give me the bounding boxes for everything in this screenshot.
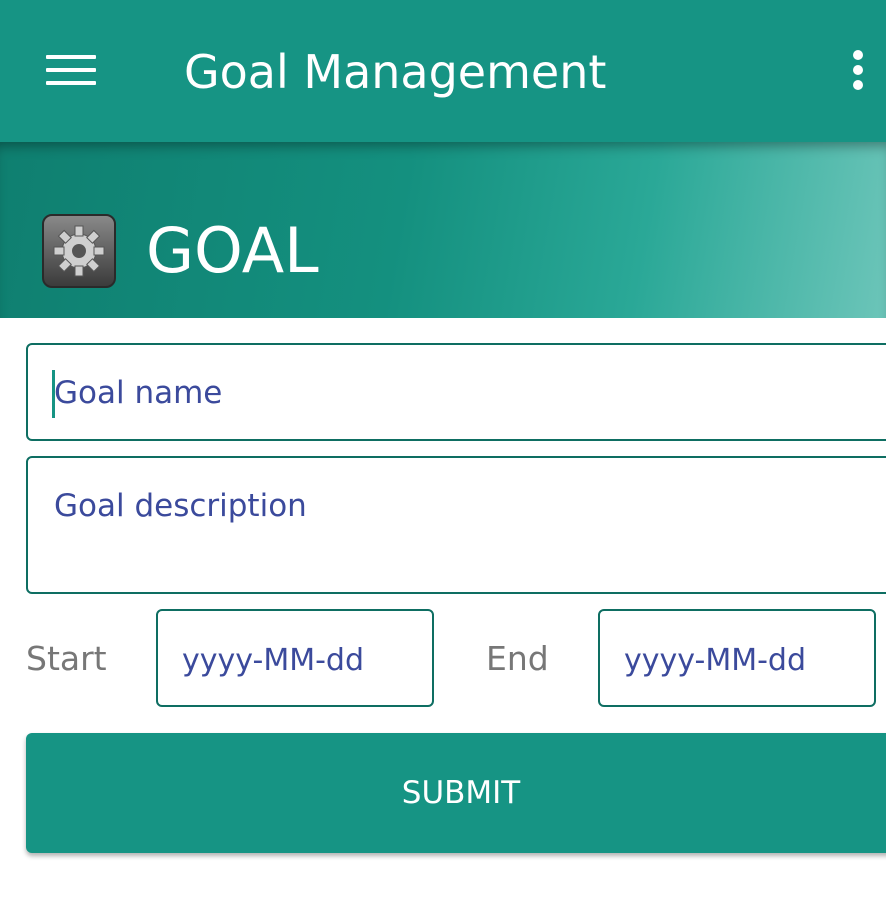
more-vert-icon[interactable] [846,50,870,92]
start-date-placeholder: yyyy-MM-dd [182,643,364,678]
end-label: End [486,639,549,678]
end-date-placeholder: yyyy-MM-dd [624,643,806,678]
hamburger-menu-icon[interactable] [46,52,96,88]
start-label: Start [26,639,107,678]
app-bar: Goal Management [0,0,886,142]
section-banner [0,142,886,318]
goal-name-input[interactable]: Goal name [26,343,886,441]
app-title: Goal Management [184,45,607,99]
goal-name-placeholder: Goal name [54,375,223,411]
gear-icon [42,214,116,288]
start-date-input[interactable]: yyyy-MM-dd [156,609,434,707]
section-title: GOAL [146,214,319,287]
submit-button[interactable]: SUBMIT [26,733,886,853]
end-date-input[interactable]: yyyy-MM-dd [598,609,876,707]
goal-description-input[interactable]: Goal description [26,456,886,594]
goal-description-placeholder: Goal description [54,488,307,524]
